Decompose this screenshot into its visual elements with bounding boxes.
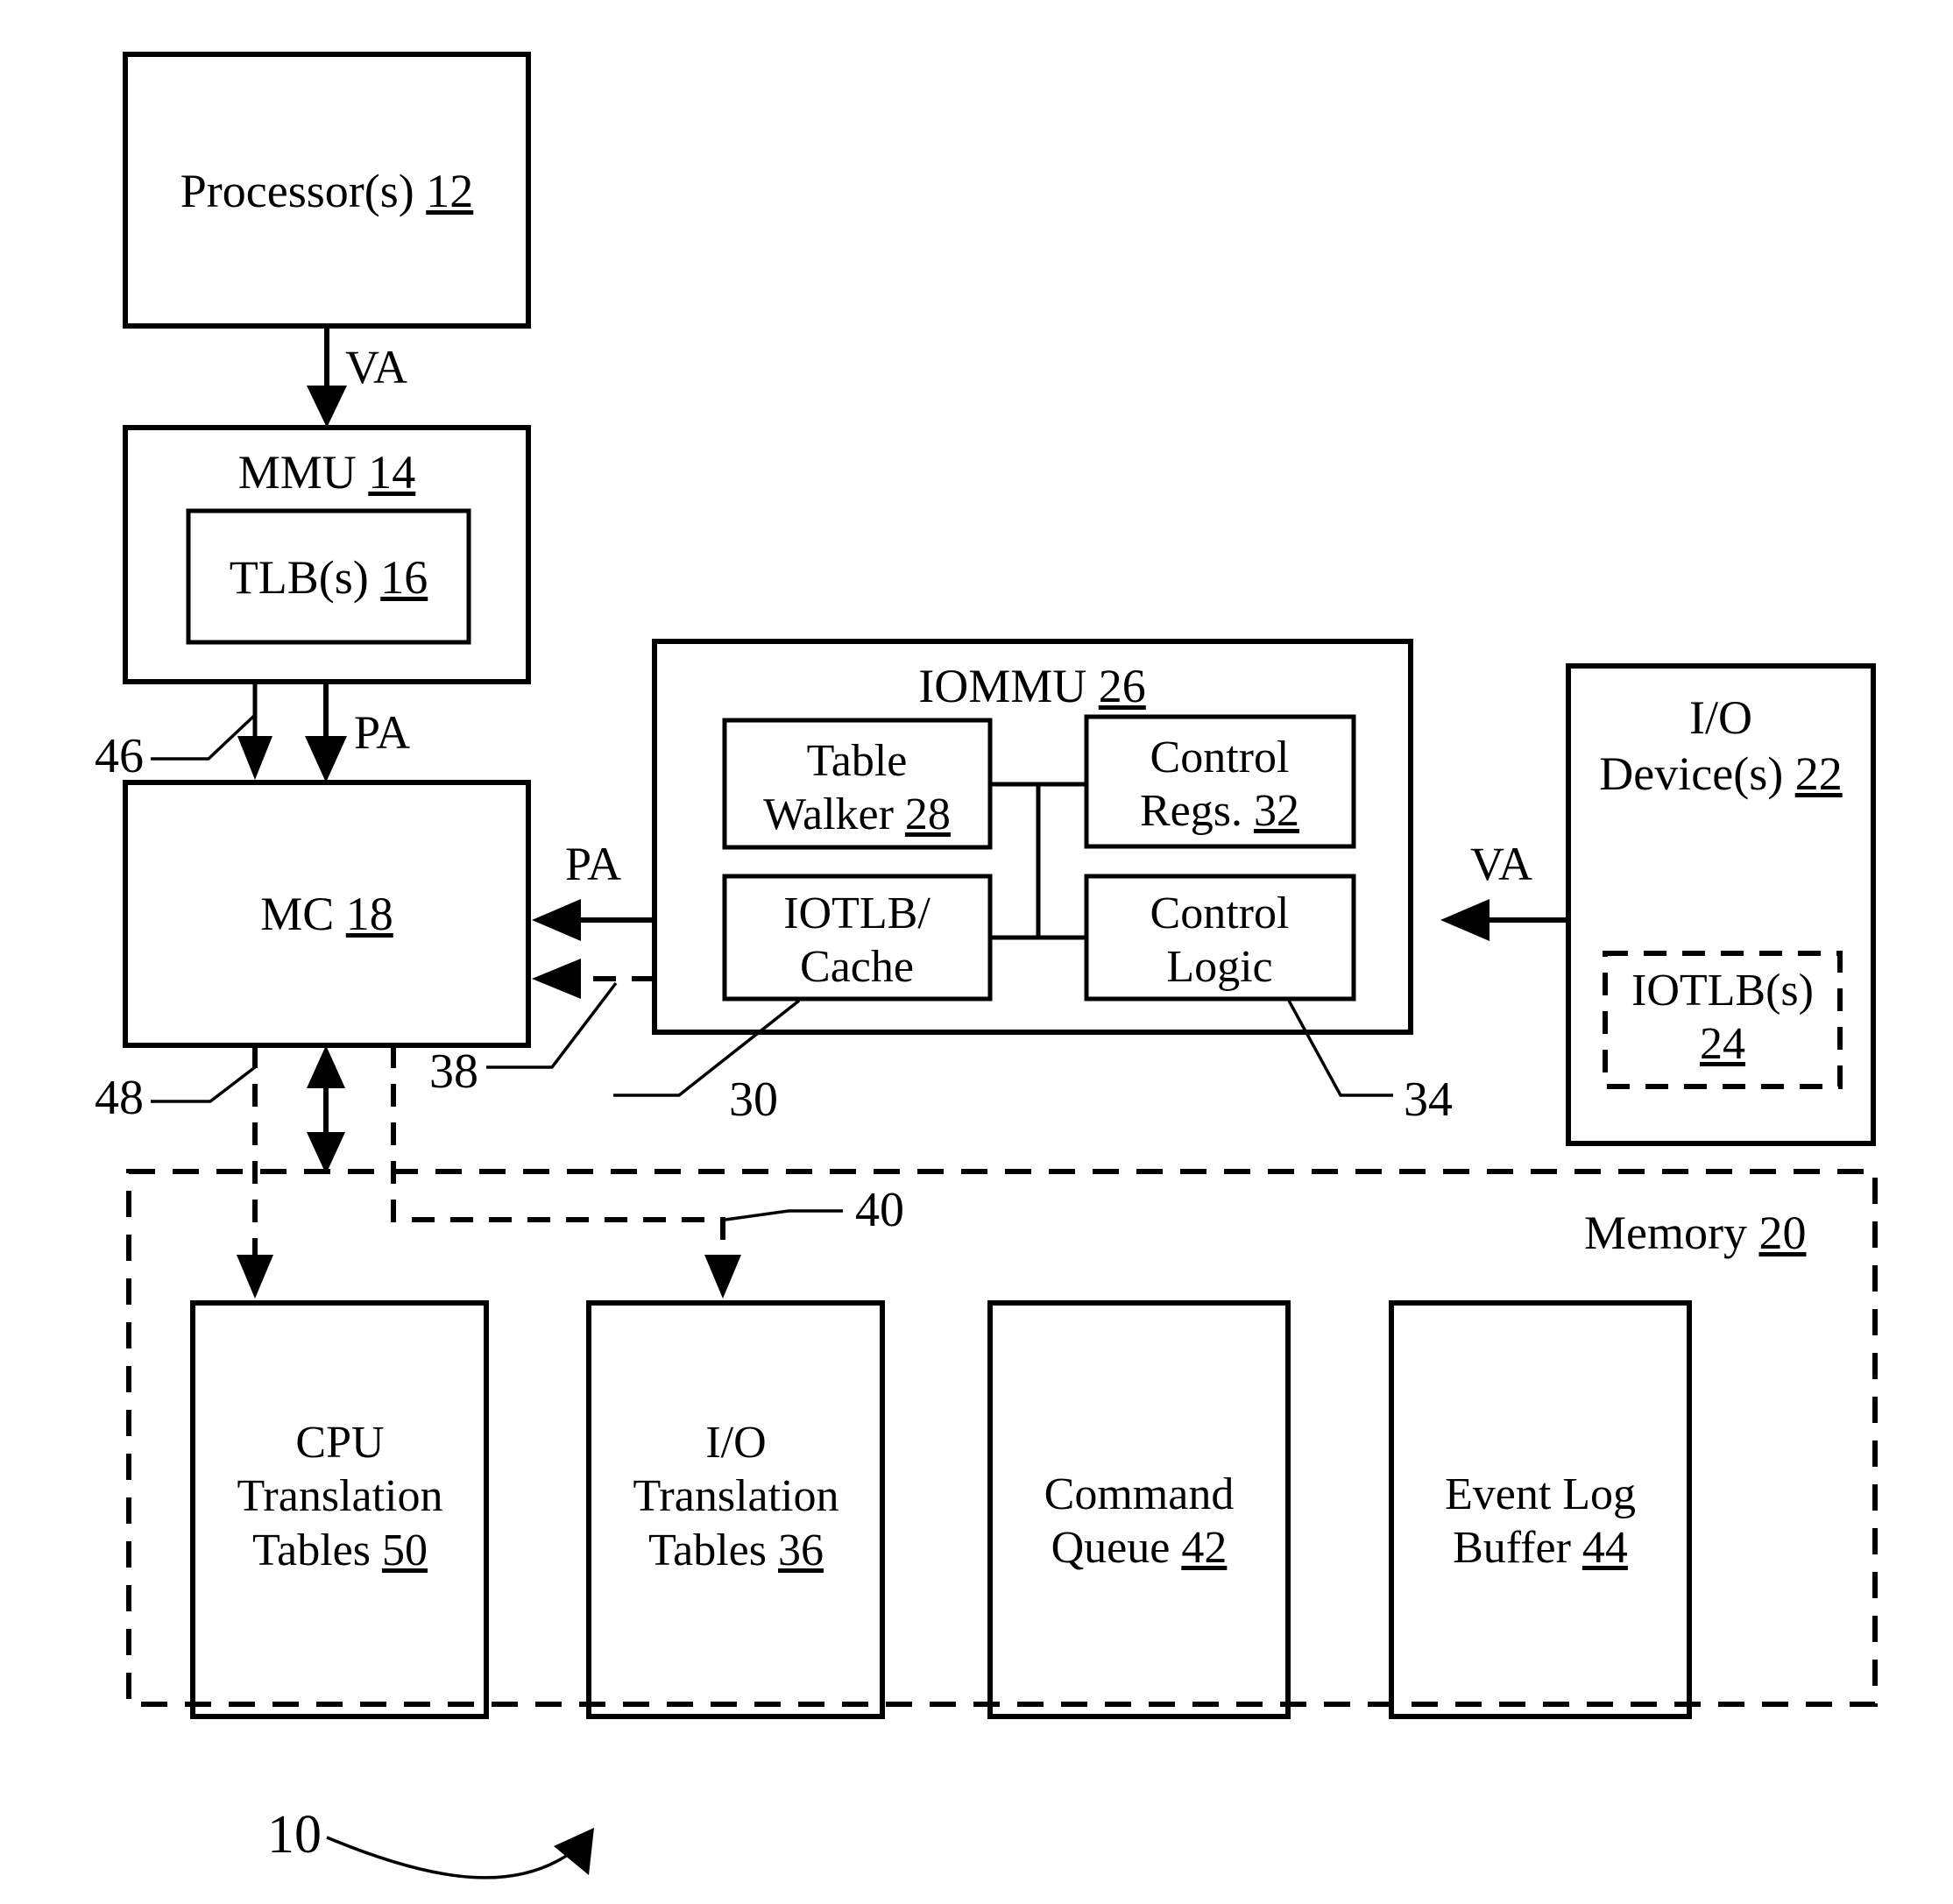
pa-iommu-label: PA (565, 837, 621, 893)
reference-numeral: 42 (1181, 1523, 1228, 1574)
line-46-arrowhead (237, 736, 272, 780)
reference-numeral: 14 (368, 446, 416, 499)
iommu-label: IOMMU 26 (918, 659, 1146, 715)
ref-34-text: 34 (1404, 1072, 1453, 1127)
mc-memory-bus-arrow-down (307, 1132, 345, 1174)
control-logic-label: Control Logic (1150, 887, 1290, 994)
tlb-label-text: TLB(s) 16 (229, 551, 428, 604)
ref-40-leader (725, 1209, 843, 1221)
io-tables-label-line3: Tables 36 (648, 1525, 824, 1575)
ref-48-label: 48 (95, 1069, 144, 1127)
ref-40-text: 40 (855, 1183, 904, 1237)
reference-numeral: 22 (1794, 747, 1843, 800)
figure-number-text: 10 (267, 1805, 322, 1865)
io-device-label-line2: Device(s) 22 (1599, 747, 1843, 800)
control-logic-label-line2: Logic (1166, 942, 1273, 993)
reference-numeral: 28 (904, 789, 951, 840)
cpu-tables-label-line2: Translation (237, 1471, 443, 1522)
event-log-label-line2: Buffer 44 (1453, 1523, 1628, 1574)
reference-numeral: 32 (1254, 786, 1299, 837)
memory-label: Memory 20 (1584, 1206, 1806, 1262)
io-tables-label-line2: Translation (633, 1471, 839, 1522)
pa-iommu-mc-arrowhead (532, 899, 581, 941)
iotlb-cache-label-line2: Cache (800, 942, 914, 993)
command-queue-label-line2: Queue 42 (1051, 1523, 1228, 1574)
event-log-label-line1: Event Log (1444, 1469, 1637, 1519)
io-device-label: I/O Device(s) 22 (1599, 690, 1842, 802)
va-iodevice-label-text: VA (1470, 838, 1533, 890)
reference-numeral: 18 (345, 888, 393, 940)
processor-label: Processor(s) 12 (180, 164, 473, 220)
reference-numeral: 50 (381, 1525, 428, 1575)
ref-38-leader (486, 981, 618, 1069)
ref-10-arrowhead (554, 1828, 594, 1875)
ref-48-leader (151, 1065, 257, 1103)
line-48-arrowhead (237, 1255, 273, 1299)
iotlb-cache-label-line1: IOTLB/ (783, 888, 931, 938)
table-walker-label: Table Walker 28 (763, 734, 951, 842)
va-processor-label-text: VA (345, 341, 408, 393)
figure-number-label: 10 (267, 1803, 322, 1867)
control-logic-label-line1: Control (1150, 888, 1290, 938)
command-queue-label: Command Queue 42 (1044, 1468, 1235, 1575)
reference-numeral: 16 (380, 551, 428, 604)
memory-label-text: Memory 20 (1584, 1207, 1807, 1259)
iommu-internal-bus (990, 782, 1086, 940)
pa-mmu-label: PA (354, 705, 410, 761)
ref-48-text: 48 (95, 1071, 144, 1125)
mc-memory-bus-arrow-up (307, 1045, 345, 1088)
diagram-geometry-layer (123, 52, 1878, 1879)
cpu-translation-tables-label: CPU Translation Tables 50 (237, 1416, 443, 1577)
va-iodevice-iommu-arrowhead (1440, 899, 1490, 941)
mc-label: MC 18 (260, 887, 393, 943)
ref-46-text: 46 (95, 729, 144, 783)
va-processor-label: VA (345, 340, 407, 396)
ref-34-label: 34 (1404, 1071, 1453, 1129)
reference-numeral: 26 (1098, 660, 1146, 712)
event-log-buffer-label: Event Log Buffer 44 (1445, 1468, 1636, 1575)
reference-numeral: 12 (426, 165, 474, 217)
iotlbs-label-line1: IOTLB(s) (1631, 966, 1814, 1016)
va-processor-mmu-arrowhead (307, 386, 347, 428)
reference-numeral: 20 (1758, 1207, 1807, 1259)
control-regs-label-line2: Regs. 32 (1140, 786, 1299, 837)
va-iodevice-label: VA (1470, 837, 1532, 893)
io-device-label-line1: I/O (1689, 691, 1752, 744)
ref-30-label: 30 (729, 1071, 778, 1129)
patent-figure-canvas: Processor(s) 12 VA MMU 14 TLB(s) 16 46 P… (0, 0, 1953, 1904)
reference-numeral: 44 (1582, 1523, 1628, 1574)
iommu-label-text: IOMMU 26 (918, 660, 1146, 712)
ref-38-text: 38 (429, 1044, 478, 1099)
iotlbs-label-line2: 24 (1699, 1019, 1745, 1070)
reference-numeral: 36 (777, 1525, 824, 1575)
cpu-tables-label-line3: Tables 50 (252, 1525, 428, 1575)
mc-label-text: MC 18 (260, 888, 393, 940)
table-walker-label-line1: Table (806, 736, 908, 786)
table-walker-label-line2: Walker 28 (763, 789, 951, 840)
ref-30-text: 30 (729, 1072, 778, 1127)
tlb-label: TLB(s) 16 (230, 550, 428, 606)
line-38-arrowhead (532, 959, 581, 999)
ref-38-label: 38 (429, 1043, 478, 1101)
iotlb-cache-label: IOTLB/ Cache (783, 887, 931, 994)
mmu-label-text: MMU 14 (237, 446, 416, 499)
pa-mmu-label-text: PA (354, 706, 411, 759)
ref-46-label: 46 (95, 727, 144, 785)
io-tables-label-line1: I/O (705, 1418, 767, 1468)
ref-40-label: 40 (855, 1181, 904, 1239)
pa-mmu-mc-arrowhead (305, 736, 347, 782)
pa-iommu-label-text: PA (565, 838, 622, 890)
io-translation-tables-label: I/O Translation Tables 36 (633, 1416, 839, 1577)
iotlbs-label: IOTLB(s) 24 (1631, 964, 1814, 1072)
mmu-label: MMU 14 (238, 445, 416, 501)
ref-34-leader (1287, 1000, 1393, 1097)
line-40-arrowhead (704, 1255, 741, 1299)
processor-label-text: Processor(s) 12 (180, 165, 474, 217)
ref-10-curve (326, 1836, 576, 1879)
command-queue-label-line1: Command (1044, 1469, 1235, 1519)
control-regs-label-line1: Control (1150, 733, 1290, 782)
control-regs-label: Control Regs. 32 (1140, 731, 1299, 839)
cpu-tables-label-line1: CPU (295, 1418, 385, 1468)
